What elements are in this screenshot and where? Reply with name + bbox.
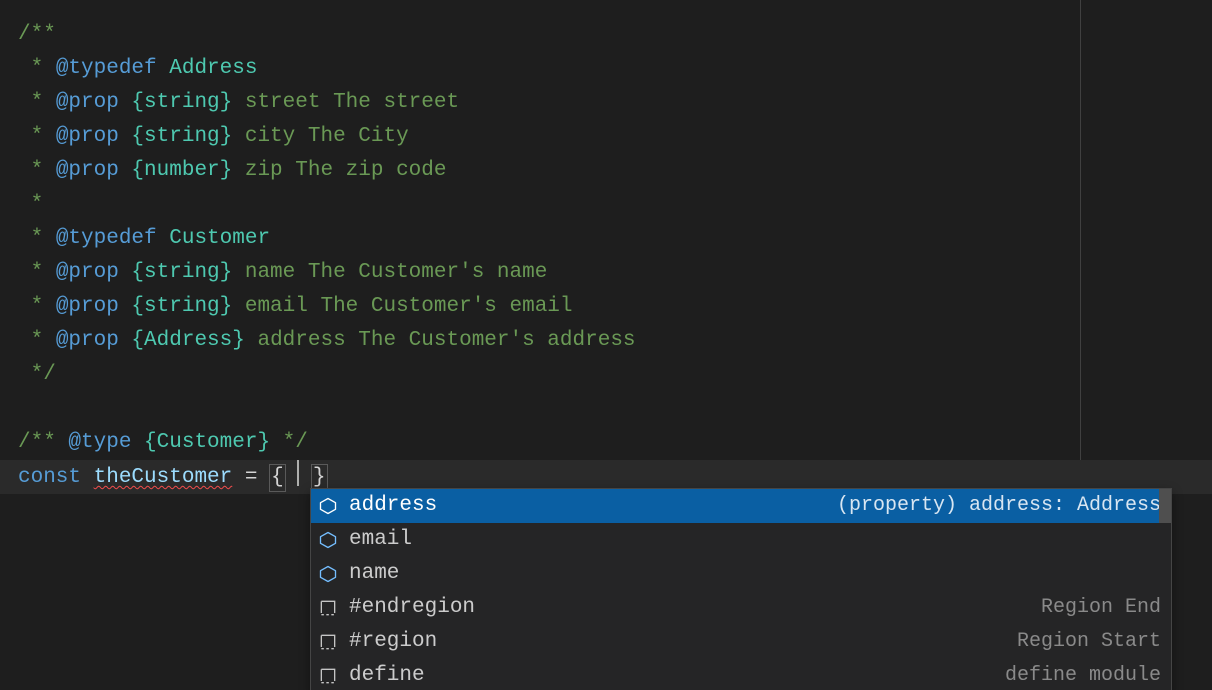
code-line: * [18,188,1212,222]
property-icon [317,529,339,551]
property-icon [317,563,339,585]
matching-bracket-open: { [269,464,286,492]
suggest-item[interactable]: address (property) address: Address [311,489,1171,523]
suggest-label: email [349,523,412,557]
code-line: * @prop {Address} address The Customer's… [18,324,1212,358]
suggest-label: #endregion [349,591,475,625]
code-line: */ [18,358,1212,392]
code-line: * @prop {string} city The City [18,120,1212,154]
suggest-item[interactable]: email [311,523,1171,557]
suggest-scrollbar[interactable] [1159,489,1171,523]
suggest-item[interactable]: define define module [311,659,1171,690]
suggest-item[interactable]: #endregion Region End [311,591,1171,625]
suggest-detail: (property) address: Address [837,489,1161,523]
code-line: * @prop {string} street The street [18,86,1212,120]
snippet-icon [317,631,339,653]
suggest-detail: Region Start [1017,625,1161,659]
code-line [18,392,1212,426]
suggest-label: define [349,659,425,690]
property-icon [317,495,339,517]
code-line: * @prop {number} zip The zip code [18,154,1212,188]
suggest-label: #region [349,625,437,659]
error-squiggle: theCustomer [94,466,233,489]
snippet-icon [317,597,339,619]
suggest-item[interactable]: #region Region Start [311,625,1171,659]
suggest-label: name [349,557,399,591]
code-line: * @typedef Customer [18,222,1212,256]
code-line: /** @type {Customer} */ [18,426,1212,460]
suggest-detail: define module [1005,659,1161,690]
code-line: * @prop {string} name The Customer's nam… [18,256,1212,290]
suggest-detail: Region End [1041,591,1161,625]
suggest-label: address [349,489,437,523]
snippet-icon [317,665,339,687]
intellisense-widget[interactable]: address (property) address: Address emailn… [310,488,1172,690]
code-line: /** [18,18,1212,52]
code-line: * @typedef Address [18,52,1212,86]
code-line: * @prop {string} email The Customer's em… [18,290,1212,324]
suggest-item[interactable]: name [311,557,1171,591]
